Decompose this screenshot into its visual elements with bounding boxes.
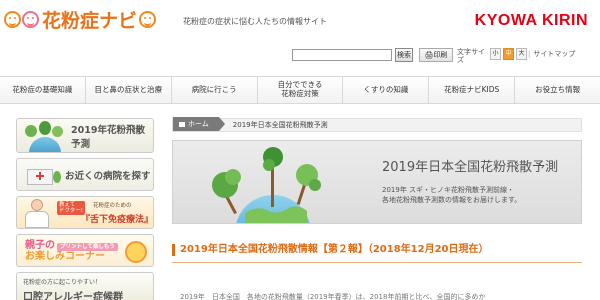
smiley-icon: [22, 10, 39, 28]
font-size-medium-button[interactable]: 中: [503, 48, 514, 60]
divider: |: [528, 50, 531, 58]
search-button[interactable]: 検索: [395, 48, 413, 62]
smiley-icon: [139, 10, 157, 28]
nav-item-basics[interactable]: 花粉症の基礎知識: [0, 77, 85, 103]
forecast-banner[interactable]: 2019年花粉飛散予測: [16, 118, 154, 153]
find-hospital-banner[interactable]: お近くの病院を探す: [16, 158, 154, 191]
brand-logo[interactable]: KYOWA KIRIN: [475, 12, 588, 30]
oral-allergy-subtitle: 花粉症の方に起こりやすい！: [23, 279, 102, 286]
forecast-banner-label: 2019年花粉飛散予測: [71, 124, 145, 150]
site-tagline: 花粉症の症状に悩む人たちの情報サイト: [183, 17, 327, 26]
nav-item-useful-info[interactable]: お役立ち情報: [514, 77, 600, 103]
section-body-text: 2019年 日本全国 各地の花粉飛散量（2019年春季）は、2018年前期と比べ…: [180, 293, 486, 300]
sublingual-immunotherapy-banner[interactable]: 教えて ドクター! 花粉症のための 『舌下免疫療法』: [16, 196, 154, 229]
oral-allergy-banner[interactable]: 花粉症の方に起こりやすい！ 口腔アレルギー症候群: [16, 272, 154, 300]
font-size-large-button[interactable]: 大: [516, 48, 527, 60]
fun-title-a: 親子の: [25, 239, 55, 251]
section-title: 2019年日本全国花粉飛散情報【第２報】（2018年12月20日現在）: [172, 244, 489, 256]
fun-corner-banner[interactable]: 親子の プリントして楽しもう お楽しみコーナー: [16, 234, 154, 267]
oral-allergy-title: 口腔アレルギー症候群: [23, 292, 123, 300]
breadcrumb-current: 2019年日本全国花粉飛散予測: [232, 121, 328, 129]
site-logo[interactable]: 花粉症ナビ: [4, 6, 157, 32]
search-input[interactable]: [292, 49, 392, 61]
globe-trees-illustration: [212, 147, 321, 223]
hero-line-1: 2019年 スギ・ヒノキ花粉飛散予測前線・: [382, 186, 515, 194]
breadcrumb-home-label: ホーム: [188, 120, 209, 128]
print-button[interactable]: 🖨印刷: [419, 48, 453, 62]
font-size-label: 文字サイズ: [457, 48, 485, 65]
breadcrumb: ホーム 2019年日本全国花粉飛散予測: [172, 117, 582, 132]
nav-item-kids[interactable]: 花粉症ナビKIDS: [428, 77, 514, 103]
doctor-icon: [19, 197, 53, 228]
print-fun-tag: プリントして楽しもう: [57, 242, 118, 251]
hero-line-2: 各地花粉飛散予測数の情報をお届けします。: [382, 196, 522, 205]
hero-title: 2019年日本全国花粉飛散予測: [382, 160, 559, 175]
doctor-banner-subtitle: 花粉症のための: [93, 203, 132, 209]
breadcrumb-home[interactable]: ホーム: [173, 117, 225, 131]
print-label: 印刷: [433, 51, 448, 59]
section-divider: [172, 262, 582, 263]
nav-item-hospital[interactable]: 病院に行こう: [170, 77, 257, 103]
fun-title-b: お楽しみコーナー: [25, 250, 105, 262]
sitemap-link[interactable]: | サイトマップ: [528, 49, 575, 59]
character-icon: [125, 241, 147, 263]
doctor-banner-title: 『舌下免疫療法』: [81, 215, 154, 225]
smiley-icon: [4, 10, 21, 28]
page: 花粉症ナビ 花粉症の症状に悩む人たちの情報サイト KYOWA KIRIN 検索 …: [0, 0, 600, 300]
nav-item-medicine[interactable]: くすりの知識: [342, 77, 428, 103]
nav-item-self-care[interactable]: 自分でできる 花粉症対策: [256, 77, 343, 103]
sidebar: 2019年花粉飛散予測 お近くの病院を探す 教えて ドクター! 花粉症のための …: [16, 118, 154, 300]
fun-corner-text: 親子の プリントして楽しもう お楽しみコーナー: [17, 240, 118, 262]
main-nav: 花粉症の基礎知識 目と鼻の症状と治療 病院に行こう 自分でできる 花粉症対策 く…: [0, 76, 600, 104]
globe-tree-icon: [23, 120, 67, 152]
hospital-icon: [25, 163, 61, 187]
nav-item-symptoms[interactable]: 目と鼻の症状と治療: [84, 77, 171, 103]
hero-description: 2019年 スギ・ヒノキ花粉飛散予測前線・ 各地花粉飛散予測数の情報をお届けしま…: [382, 185, 521, 205]
find-hospital-label: お近くの病院を探す: [65, 170, 151, 182]
logo-text: 花粉症ナビ: [42, 9, 138, 32]
home-icon: [179, 121, 185, 127]
font-size-small-button[interactable]: 小: [490, 48, 501, 60]
hero-banner: 2019年日本全国花粉飛散予測 2019年 スギ・ヒノキ花粉飛散予測前線・ 各地…: [172, 140, 582, 224]
sitemap-label: サイトマップ: [533, 50, 576, 58]
